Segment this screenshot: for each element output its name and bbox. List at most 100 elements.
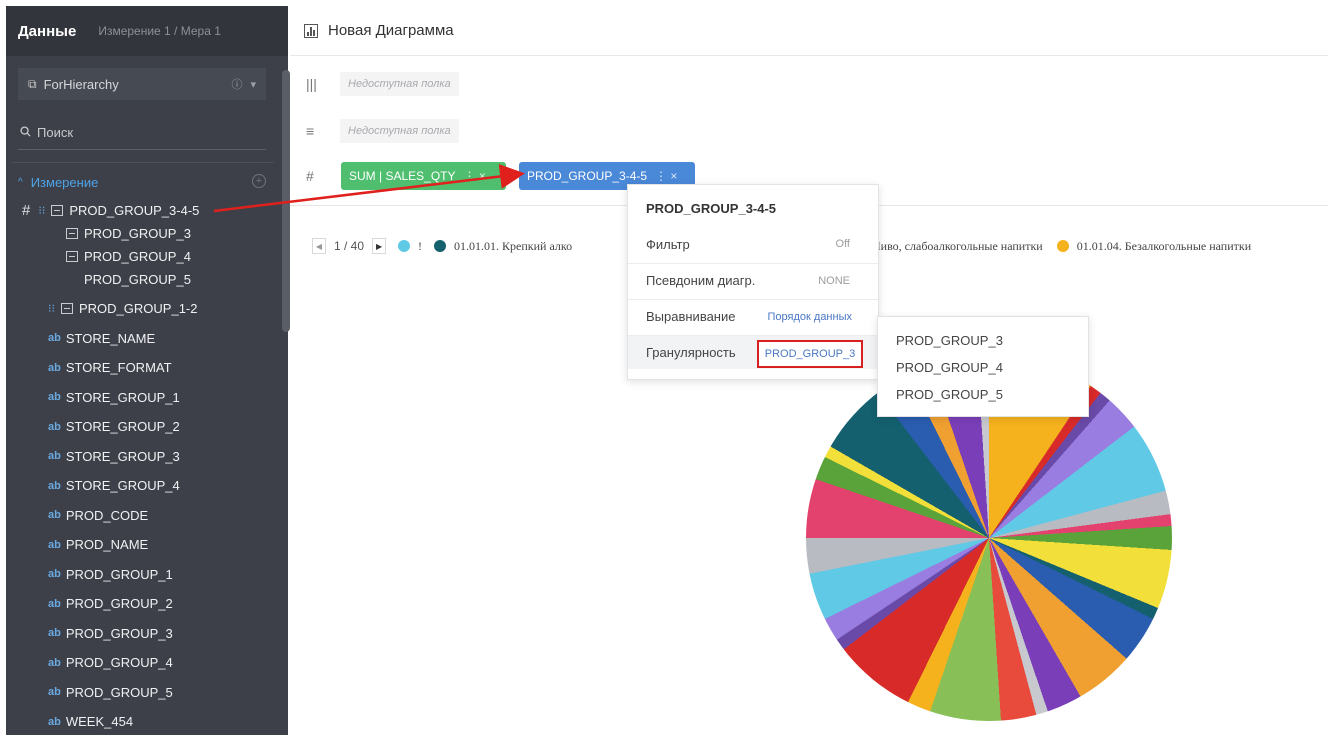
hierarchy-label: PROD_GROUP_3-4-5 <box>69 202 200 218</box>
field-item[interactable]: ab PROD_NAME <box>48 533 148 557</box>
granularity-option[interactable]: PROD_GROUP_5 <box>896 387 1003 402</box>
legend-item[interactable]: 01.01.01. Крепкий алко <box>454 239 572 254</box>
field-label: STORE_FORMAT <box>65 360 172 375</box>
app-root: Данные Измерение 1 / Мера 1 ⧉ ForHierarc… <box>0 0 1334 735</box>
sidebar-subtitle: Измерение 1 / Мера 1 <box>98 24 221 38</box>
menu-item-filter[interactable]: Фильтр Off <box>628 227 878 261</box>
hierarchy-child[interactable]: PROD_GROUP_5 <box>84 267 191 291</box>
dimension-section-header[interactable]: ^ Измерение + <box>18 169 268 195</box>
field-label: PROD_GROUP_4 <box>65 655 173 670</box>
string-type-icon: ab <box>48 686 61 698</box>
shelf-placeholder: Недоступная полка <box>340 72 459 96</box>
granularity-submenu: PROD_GROUP_3 PROD_GROUP_4 PROD_GROUP_5 <box>877 316 1089 417</box>
hierarchy-item[interactable]: # ⁝⁝ PROD_GROUP_3-4-5 <box>22 198 199 222</box>
field-item[interactable]: ab PROD_GROUP_2 <box>48 592 173 616</box>
field-item[interactable]: ab STORE_GROUP_3 <box>48 444 180 468</box>
granularity-value[interactable]: PROD_GROUP_3 <box>757 340 863 368</box>
string-type-icon: ab <box>48 420 61 433</box>
field-label: PROD_GROUP_3 <box>65 625 173 641</box>
dimension-section-label: Измерение <box>30 174 99 190</box>
chart-legend: ◀ 1 / 40 ▶ ! 01.01.01. Крепкий алко <box>312 233 572 259</box>
menu-item-granularity[interactable]: Гранулярность PROD_GROUP_3 <box>628 335 878 369</box>
hierarchy-child[interactable]: PROD_GROUP_4 <box>66 244 191 268</box>
rows-icon: ≡ <box>306 123 315 139</box>
level-box-icon <box>66 250 78 262</box>
field-label: STORE_NAME <box>65 330 156 346</box>
menu-item-value[interactable]: Порядок данных <box>768 311 852 323</box>
dimension-pill-label: PROD_GROUP_3-4-5 <box>527 169 648 183</box>
field-item[interactable]: ab PROD_CODE <box>48 503 148 527</box>
string-type-icon: ab <box>48 332 61 344</box>
field-label: STORE_GROUP_2 <box>65 419 180 434</box>
legend-swatch <box>398 240 411 252</box>
field-label: STORE_GROUP_3 <box>65 448 180 464</box>
menu-item-label: Гранулярность <box>646 345 736 360</box>
legend-next-button[interactable]: ▶ <box>372 238 387 254</box>
field-item[interactable]: ab PROD_GROUP_3 <box>48 621 173 645</box>
legend-pager: 1 / 40 <box>334 239 365 253</box>
expand-box-icon[interactable] <box>61 302 73 314</box>
menu-item-alignment[interactable]: Выравнивание Порядок данных <box>628 299 878 333</box>
chart-title[interactable]: Новая Диаграмма <box>328 22 454 39</box>
more-icon[interactable]: ⋮ × <box>655 169 677 183</box>
legend-item[interactable]: Пиво, слабоалкогольные напитки <box>872 239 1043 254</box>
hierarchy-child[interactable]: PROD_GROUP_3 <box>66 221 191 245</box>
legend-item[interactable]: ! <box>418 239 422 254</box>
field-item[interactable]: ab STORE_GROUP_1 <box>48 385 180 409</box>
dataset-icon: ⧉ <box>28 76 37 91</box>
measure-pill[interactable]: SUM | SALES_QTY ⋮ × <box>341 162 506 190</box>
field-label: WEEK_454 <box>65 714 134 729</box>
sidebar-header: Данные Измерение 1 / Мера 1 <box>6 6 288 56</box>
info-icon[interactable]: ⓘ <box>231 76 242 92</box>
granularity-option[interactable]: PROD_GROUP_4 <box>896 360 1003 375</box>
field-item[interactable]: ab STORE_GROUP_4 <box>48 474 180 498</box>
measure-pill-label: SUM | SALES_QTY <box>349 169 456 183</box>
chart-legend-tail: Пиво, слабоалкогольные напитки 01.01.04.… <box>872 233 1251 259</box>
field-item[interactable]: ab STORE_NAME <box>48 326 155 350</box>
chart-header: Новая Диаграмма <box>290 6 1328 56</box>
field-item[interactable]: ab PROD_GROUP_4 <box>48 651 173 675</box>
collapse-box-icon[interactable] <box>51 204 64 216</box>
hierarchy-child-label: PROD_GROUP_4 <box>84 248 191 264</box>
string-type-icon: ab <box>48 450 61 462</box>
field-item[interactable]: ab PROD_GROUP_5 <box>48 680 173 704</box>
string-type-icon: ab <box>48 715 61 728</box>
chevron-down-icon[interactable]: ▾ <box>250 78 256 91</box>
granularity-option[interactable]: PROD_GROUP_3 <box>896 333 1003 348</box>
legend-item[interactable]: 01.01.04. Безалкогольные напитки <box>1077 239 1251 254</box>
sidebar-divider <box>12 162 274 163</box>
chevron-up-icon[interactable]: ^ <box>18 177 23 188</box>
sidebar-title: Данные <box>18 22 77 40</box>
string-type-icon: ab <box>48 391 61 403</box>
columns-shelf: ||| Недоступная полка <box>300 70 1320 98</box>
legend-prev-button[interactable]: ◀ <box>312 238 326 254</box>
search-placeholder: Поиск <box>37 125 74 140</box>
field-item[interactable]: ab STORE_FORMAT <box>48 356 172 380</box>
field-item[interactable]: ab PROD_GROUP_1 <box>48 562 173 586</box>
field-item[interactable]: ab STORE_GROUP_2 <box>48 415 180 439</box>
string-type-icon: ab <box>48 597 61 610</box>
field-label: PROD_GROUP_1 <box>65 566 173 582</box>
string-type-icon: ab <box>48 538 61 551</box>
string-type-icon: ab <box>48 479 61 492</box>
field-item[interactable]: ab WEEK_454 <box>48 710 133 734</box>
add-dimension-icon[interactable]: + <box>252 174 266 188</box>
columns-icon: ||| <box>306 76 317 92</box>
field-label: PROD_GROUP_2 <box>65 596 173 611</box>
menu-item-value: NONE <box>818 274 850 287</box>
sidebar-scrollbar[interactable] <box>282 70 290 332</box>
dataset-selector[interactable]: ⧉ ForHierarchy ⓘ ▾ <box>18 68 266 100</box>
string-type-icon: ab <box>48 656 61 669</box>
field-search[interactable]: Поиск <box>18 116 266 150</box>
menu-item-label: Выравнивание <box>646 309 736 324</box>
hash-icon: # <box>22 201 31 219</box>
bar-chart-icon <box>304 23 318 38</box>
hierarchy-label: PROD_GROUP_1-2 <box>79 300 198 316</box>
more-icon[interactable]: ⋮ × <box>463 169 485 183</box>
hierarchy-child-label: PROD_GROUP_5 <box>84 271 191 287</box>
field-label: STORE_GROUP_4 <box>65 478 180 493</box>
hash-icon: # <box>306 168 314 184</box>
hierarchy-item[interactable]: ⁝⁝ PROD_GROUP_1-2 <box>48 296 197 320</box>
legend-swatch <box>1056 240 1069 252</box>
menu-item-alias[interactable]: Псевдоним диагр. NONE <box>628 263 878 297</box>
